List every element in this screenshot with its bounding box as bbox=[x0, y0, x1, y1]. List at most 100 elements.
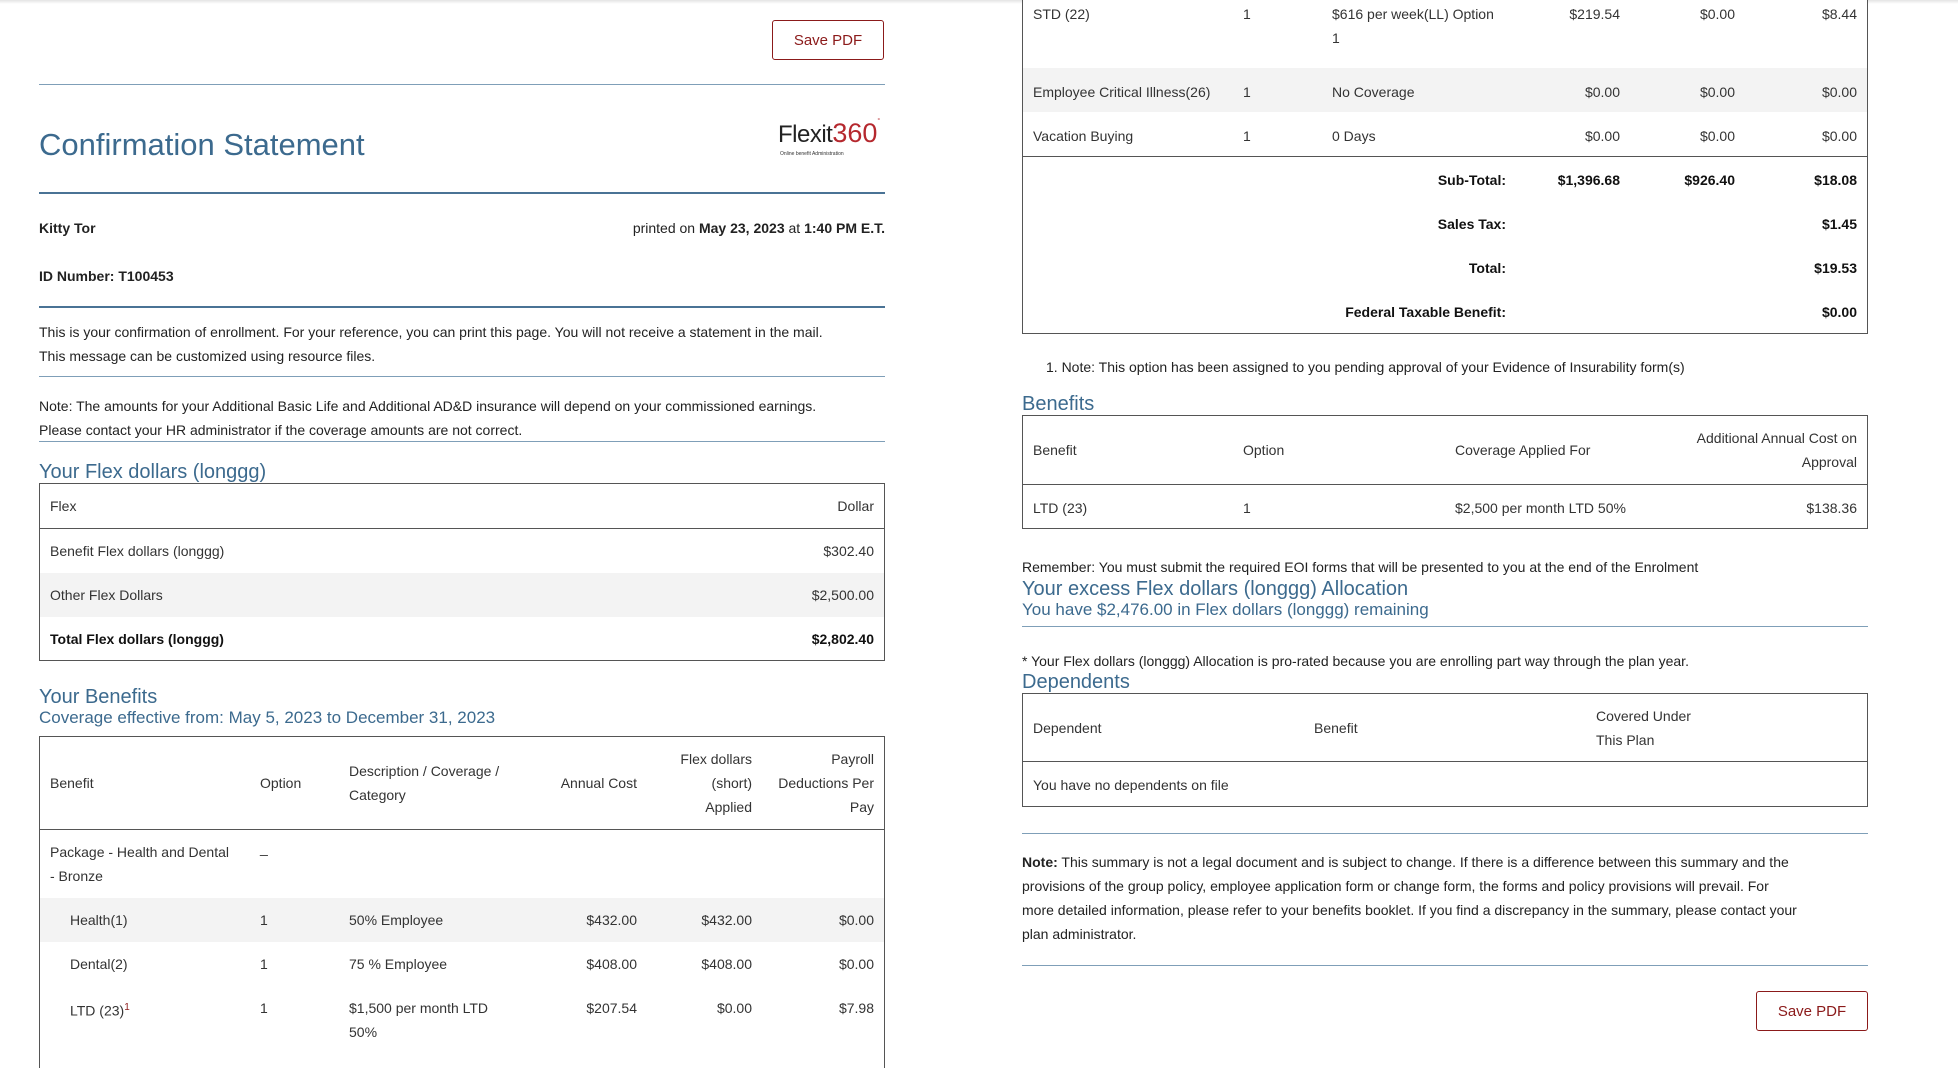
left-page-panel: Save PDF Confirmation Statement Flexit36… bbox=[0, 0, 982, 1068]
benefit-description-line1: $1,500 per month LTD bbox=[349, 1000, 489, 1016]
benefit-flex-applied: $432.00 bbox=[701, 912, 752, 928]
divider bbox=[1022, 965, 1868, 966]
benefit-payroll-deduction: $0.00 bbox=[838, 912, 874, 928]
dependents-heading: Dependents bbox=[1022, 671, 1130, 693]
eoi-reminder: Remember: You must submit the required E… bbox=[1022, 559, 1699, 575]
benefit-flex-applied: $0.00 bbox=[1699, 6, 1735, 22]
covered-column-header: Covered Under This Plan bbox=[1596, 704, 1691, 752]
summary-note-line4: plan administrator. bbox=[1022, 926, 1137, 942]
right-page-panel: STD (22) 1 $616 per week(LL) Option 1 $2… bbox=[982, 0, 1958, 1068]
benefit-description: $616 per week(LL) Option 1 bbox=[1332, 2, 1494, 50]
benefit-option: 1 bbox=[1243, 128, 1251, 144]
divider bbox=[1022, 833, 1868, 834]
flex-row-value: $302.40 bbox=[823, 543, 874, 559]
eoi-benefits-table: Benefit Option Coverage Applied For Addi… bbox=[1022, 415, 1868, 529]
benefits-table-continued: STD (22) 1 $616 per week(LL) Option 1 $2… bbox=[1022, 0, 1868, 334]
package-name-line2: - Bronze bbox=[50, 868, 103, 884]
logo-degree: ° bbox=[877, 118, 881, 125]
id-number: ID Number: T100453 bbox=[39, 268, 174, 284]
summary-note-label: Note: bbox=[1022, 854, 1058, 870]
benefit-name: Employee Critical Illness(26) bbox=[1033, 84, 1211, 100]
table-row: Benefit Flex dollars (longgg) $302.40 bbox=[40, 529, 884, 573]
benefit-description: $1,500 per month LTD 50% bbox=[349, 996, 488, 1044]
package-option: _ bbox=[260, 840, 268, 856]
table-row-total: Total Flex dollars (longgg) $2,802.40 bbox=[40, 617, 884, 661]
benefit-payroll-deduction: $7.98 bbox=[838, 1000, 874, 1016]
confirmation-message-line2: This message can be customized using res… bbox=[39, 348, 376, 364]
printed-info: printed on May 23, 2023 at 1:40 PM E.T. bbox=[560, 216, 885, 240]
logo-name: Flexit bbox=[778, 121, 833, 148]
prorated-note: * Your Flex dollars (longgg) Allocation … bbox=[1022, 653, 1689, 669]
flex-dollars-heading: Your Flex dollars (longgg) bbox=[39, 461, 267, 483]
table-row: Vacation Buying 1 0 Days $0.00 $0.00 $0.… bbox=[1023, 112, 1867, 156]
benefit-annual-cost: $408.00 bbox=[586, 956, 637, 972]
benefit-column-header: Benefit bbox=[50, 775, 94, 791]
table-row-package: Package - Health and Dental - Bronze _ bbox=[40, 830, 884, 898]
commission-note-line2: Please contact your HR administrator if … bbox=[39, 422, 523, 438]
benefit-annual-cost: $0.00 bbox=[1584, 84, 1620, 100]
benefit-flex-applied: $0.00 bbox=[716, 1000, 752, 1016]
no-dependents-message: You have no dependents on file bbox=[1033, 777, 1229, 793]
logo-number: 360 bbox=[832, 118, 878, 148]
flex-total-value: $2,802.40 bbox=[811, 631, 874, 647]
table-row: STD (22) 1 $616 per week(LL) Option 1 $2… bbox=[1023, 0, 1867, 68]
payroll-deductions-column-header: Payroll Deductions Per Pay bbox=[778, 747, 874, 819]
benefit-payroll-deduction: $0.00 bbox=[1821, 128, 1857, 144]
benefit-name: Vacation Buying bbox=[1033, 128, 1134, 144]
save-pdf-button-bottom[interactable]: Save PDF bbox=[1756, 991, 1868, 1031]
federal-taxable-value: $0.00 bbox=[1821, 304, 1857, 320]
save-pdf-button-top[interactable]: Save PDF bbox=[772, 20, 884, 60]
flex-header-line1: Flex dollars bbox=[680, 751, 752, 767]
benefit-option: 1 bbox=[260, 1000, 268, 1016]
printed-time: 1:40 PM E.T. bbox=[804, 220, 885, 236]
description-column-header: Description / Coverage / Category bbox=[349, 759, 499, 807]
payroll-header-line3: Pay bbox=[849, 799, 874, 815]
coverage-applied-column-header: Coverage Applied For bbox=[1455, 442, 1591, 458]
flex-row-name: Other Flex Dollars bbox=[50, 587, 163, 603]
total-value: $19.53 bbox=[1814, 260, 1857, 276]
benefit-description-line1: $616 per week(LL) Option bbox=[1332, 6, 1494, 22]
table-row: Other Flex Dollars $2,500.00 bbox=[40, 573, 884, 617]
flex-column-header: Flex bbox=[50, 498, 77, 514]
additional-header-line1: Additional Annual Cost on bbox=[1696, 430, 1857, 446]
covered-header-line2: This Plan bbox=[1596, 732, 1655, 748]
eoi-coverage-applied: $2,500 per month LTD 50% bbox=[1455, 500, 1626, 516]
coverage-effective-date: Coverage effective from: May 5, 2023 to … bbox=[39, 708, 496, 727]
description-header-line2: Category bbox=[349, 787, 406, 803]
divider bbox=[1022, 626, 1868, 627]
payroll-header-line2: Deductions Per bbox=[778, 775, 874, 791]
benefit-name: Health(1) bbox=[70, 912, 128, 928]
subtotal-label: Sub-Total: bbox=[1437, 172, 1506, 188]
option-column-header: Option bbox=[1243, 442, 1285, 458]
flex-total-name: Total Flex dollars (longgg) bbox=[50, 631, 224, 647]
commission-note-line1: Note: The amounts for your Additional Ba… bbox=[39, 398, 817, 414]
flex-row-name: Benefit Flex dollars (longgg) bbox=[50, 543, 225, 559]
benefits-table: Benefit Option Description / Coverage / … bbox=[39, 736, 885, 1068]
subtotal-flex: $926.40 bbox=[1684, 172, 1735, 188]
sales-tax-value: $1.45 bbox=[1821, 216, 1857, 232]
flex-header-line3: Applied bbox=[705, 799, 752, 815]
eoi-footnote: 1. Note: This option has been assigned t… bbox=[1046, 359, 1685, 375]
summary-disclaimer: Note: This summary is not a legal docume… bbox=[1022, 850, 1868, 946]
printed-at: at bbox=[788, 220, 801, 236]
benefits-heading: Benefits bbox=[1022, 393, 1095, 415]
benefit-name-text: LTD (23) bbox=[70, 1002, 125, 1019]
dollar-column-header: Dollar bbox=[837, 498, 874, 514]
your-benefits-heading: Your Benefits bbox=[39, 686, 158, 708]
benefit-description-line2: 1 bbox=[1332, 30, 1340, 46]
benefit-annual-cost: $219.54 bbox=[1569, 6, 1620, 22]
benefit-payroll-deduction: $0.00 bbox=[1821, 84, 1857, 100]
benefit-description: 0 Days bbox=[1332, 128, 1376, 144]
subtotal-payroll: $18.08 bbox=[1814, 172, 1857, 188]
flex-remaining-text: You have $2,476.00 in Flex dollars (long… bbox=[1022, 600, 1429, 619]
option-column-header: Option bbox=[260, 775, 302, 791]
printed-date: May 23, 2023 bbox=[698, 220, 785, 236]
summary-note-line1: This summary is not a legal document and… bbox=[1057, 854, 1789, 870]
additional-header-line2: Approval bbox=[1801, 454, 1857, 470]
sales-tax-label: Sales Tax: bbox=[1437, 216, 1506, 232]
benefit-description: 75 % Employee bbox=[349, 956, 448, 972]
benefit-payroll-deduction: $0.00 bbox=[838, 956, 874, 972]
divider bbox=[39, 192, 885, 194]
payroll-header-line1: Payroll bbox=[831, 751, 874, 767]
table-row: Health(1) 1 50% Employee $432.00 $432.00… bbox=[40, 898, 884, 942]
